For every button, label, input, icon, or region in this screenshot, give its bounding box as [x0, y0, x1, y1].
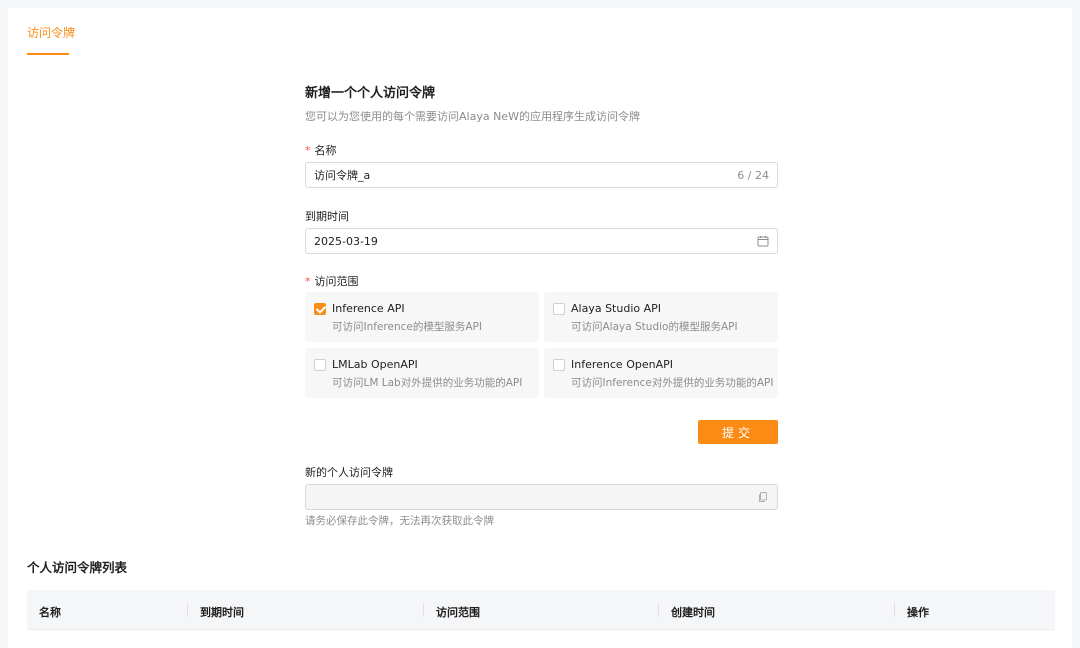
- name-input-value: 访问令牌_a: [314, 169, 371, 182]
- scope-checkbox[interactable]: [553, 303, 565, 315]
- scope-option-desc: 可访问Inference对外提供的业务功能的API: [571, 377, 774, 389]
- column-separator: [658, 603, 659, 617]
- token-table-header: 名称 到期时间 访问范围 创建时间 操作: [27, 590, 1055, 630]
- scope-checkbox[interactable]: [553, 359, 565, 371]
- scope-option-lmlab-openapi[interactable]: LMLab OpenAPI 可访问LM Lab对外提供的业务功能的API: [305, 348, 539, 398]
- scope-option-title: Alaya Studio API: [571, 302, 662, 315]
- submit-button[interactable]: 提交: [698, 420, 778, 444]
- scope-option-desc: 可访问Alaya Studio的模型服务API: [571, 321, 738, 333]
- scope-option-desc: 可访问Inference的模型服务API: [332, 321, 482, 333]
- new-token-hint: 请务必保存此令牌，无法再次获取此令牌: [305, 515, 494, 527]
- column-separator: [187, 603, 188, 617]
- required-mark: *: [305, 275, 311, 288]
- form-description: 您可以为您使用的每个需要访问Alaya NeW的应用程序生成访问令牌: [305, 110, 640, 123]
- name-char-counter: 6 / 24: [737, 168, 769, 182]
- token-list-title: 个人访问令牌列表: [27, 560, 128, 575]
- column-separator: [894, 603, 895, 617]
- name-label: * 名称: [305, 144, 337, 157]
- scope-option-title: LMLab OpenAPI: [332, 358, 418, 371]
- scope-option-inference-openapi[interactable]: Inference OpenAPI 可访问Inference对外提供的业务功能的…: [544, 348, 778, 398]
- scope-checkbox-checked[interactable]: [314, 303, 326, 315]
- column-header-created: 创建时间: [671, 606, 715, 619]
- name-input[interactable]: 访问令牌_a 6 / 24: [305, 162, 778, 188]
- scope-option-title: Inference API: [332, 302, 405, 315]
- required-mark: *: [305, 144, 311, 157]
- tab-access-token[interactable]: 访问令牌: [27, 24, 75, 41]
- page-container: 访问令牌 新增一个个人访问令牌 您可以为您使用的每个需要访问Alaya NeW的…: [8, 8, 1072, 648]
- scope-option-inference-api[interactable]: Inference API 可访问Inference的模型服务API: [305, 292, 539, 342]
- expiry-date-picker[interactable]: 2025-03-19: [305, 228, 778, 254]
- scope-option-alaya-studio-api[interactable]: Alaya Studio API 可访问Alaya Studio的模型服务API: [544, 292, 778, 342]
- scope-option-title: Inference OpenAPI: [571, 358, 673, 371]
- calendar-icon[interactable]: [757, 235, 769, 247]
- form-title: 新增一个个人访问令牌: [305, 86, 436, 101]
- column-separator: [423, 603, 424, 617]
- column-header-actions: 操作: [907, 606, 929, 619]
- column-header-scope: 访问范围: [436, 606, 480, 619]
- scope-option-desc: 可访问LM Lab对外提供的业务功能的API: [332, 377, 523, 389]
- copy-icon[interactable]: [757, 491, 769, 503]
- expiry-date-value: 2025-03-19: [314, 234, 378, 248]
- scope-checkbox[interactable]: [314, 359, 326, 371]
- expiry-label: 到期时间: [305, 210, 349, 223]
- scope-label: * 访问范围: [305, 275, 359, 288]
- new-token-field: [305, 484, 778, 510]
- new-token-label: 新的个人访问令牌: [305, 466, 393, 479]
- tab-active-indicator: [27, 53, 69, 55]
- column-header-name: 名称: [39, 606, 61, 619]
- column-header-expiry: 到期时间: [200, 606, 244, 619]
